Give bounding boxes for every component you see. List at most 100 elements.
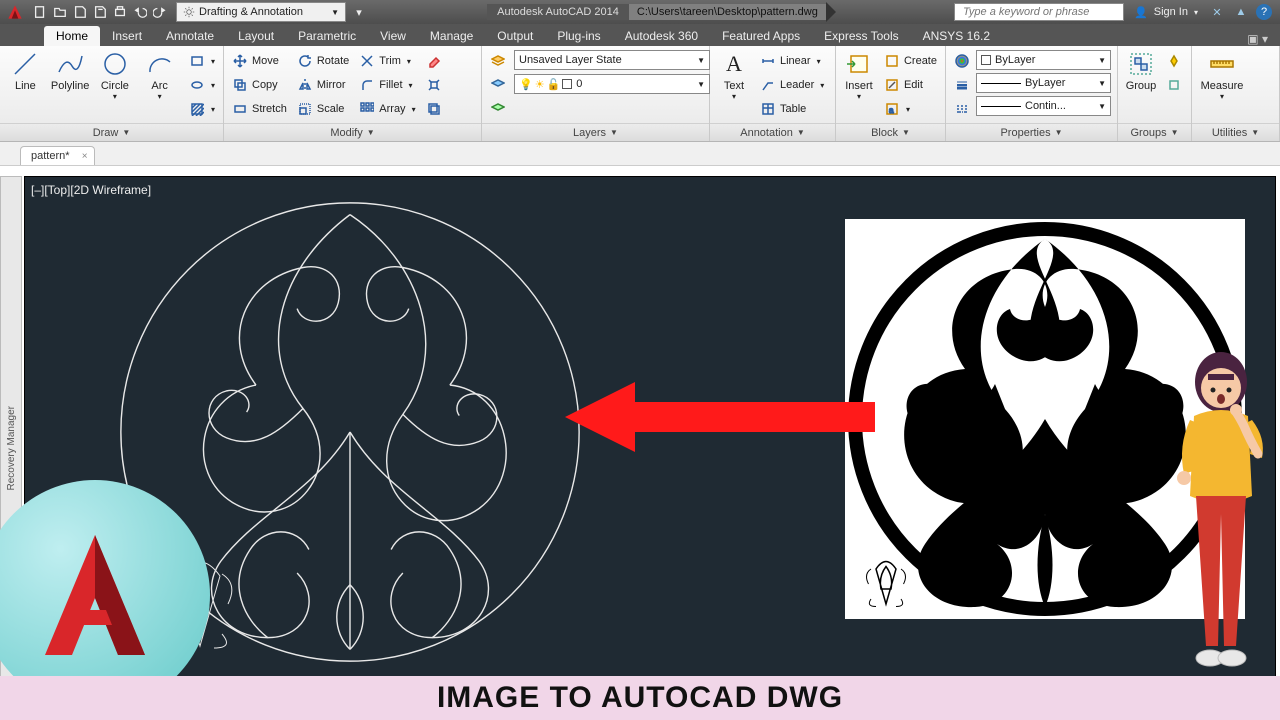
tab-insert[interactable]: Insert <box>100 26 154 46</box>
qat-dropdown[interactable]: ▾ <box>350 3 368 21</box>
tab-plugins[interactable]: Plug-ins <box>545 26 612 46</box>
linear-dim-button[interactable]: Linear▾ <box>758 50 826 72</box>
layer-iso-button[interactable] <box>488 74 508 96</box>
signin-button[interactable]: 👤 Sign In ▾ <box>1134 6 1198 19</box>
tab-parametric[interactable]: Parametric <box>286 26 368 46</box>
explode-button[interactable] <box>424 74 444 96</box>
tab-output[interactable]: Output <box>485 26 545 46</box>
tab-express-tools[interactable]: Express Tools <box>812 26 910 46</box>
close-icon[interactable]: × <box>82 151 88 162</box>
move-button[interactable]: Move <box>230 50 289 72</box>
save-icon[interactable] <box>71 3 89 21</box>
panel-title-block: Block <box>871 127 898 139</box>
panel-title-draw: Draw <box>93 127 119 139</box>
tab-home[interactable]: Home <box>44 26 100 46</box>
stretch-button[interactable]: Stretch <box>230 98 289 120</box>
leader-button[interactable]: Leader▾ <box>758 74 826 96</box>
table-button[interactable]: Table <box>758 98 826 120</box>
panel-draw: Line Polyline Circle▾ Arc▾ ▾ ▾ ▾ Draw▼ <box>0 46 224 141</box>
edit-attr-button[interactable]: a▾ <box>882 98 939 120</box>
tab-view[interactable]: View <box>368 26 418 46</box>
ungroup-button[interactable] <box>1164 50 1184 72</box>
text-button[interactable]: AText▾ <box>716 50 752 101</box>
offset-button[interactable] <box>424 98 444 120</box>
help-icon[interactable]: ? <box>1256 4 1272 20</box>
open-icon[interactable] <box>51 3 69 21</box>
tab-layout[interactable]: Layout <box>226 26 286 46</box>
rect-button[interactable]: ▾ <box>187 50 217 72</box>
panel-title-annotation: Annotation <box>740 127 793 139</box>
signin-label: Sign In <box>1154 6 1188 18</box>
linetype-dropdown[interactable]: ByLayer▼ <box>976 73 1111 93</box>
color-dropdown[interactable]: ByLayer▼ <box>976 50 1111 70</box>
create-block-button[interactable]: Create <box>882 50 939 72</box>
mirror-button[interactable]: Mirror <box>295 74 351 96</box>
ribbon-expand-icon[interactable]: ▣ ▾ <box>1235 32 1280 46</box>
layer-current-dropdown[interactable]: 💡 ☀ 🔓 0▼ <box>514 74 710 94</box>
new-icon[interactable] <box>31 3 49 21</box>
trim-button[interactable]: Trim▾ <box>357 50 417 72</box>
title-bar: Drafting & Annotation ▼ ▾ Autodesk AutoC… <box>0 0 1280 24</box>
app-store-icon[interactable]: ▲ <box>1232 3 1250 21</box>
workspace-dropdown[interactable]: Drafting & Annotation ▼ <box>176 2 346 22</box>
tab-annotate[interactable]: Annotate <box>154 26 226 46</box>
lineweight-dropdown[interactable]: Contin...▼ <box>976 96 1111 116</box>
fillet-icon <box>359 77 375 93</box>
undo-icon[interactable] <box>131 3 149 21</box>
line-button[interactable]: Line <box>6 50 45 92</box>
hatch-icon <box>189 101 205 117</box>
arrow-icon <box>565 357 875 477</box>
exchange-icon[interactable]: ✕ <box>1208 3 1226 21</box>
group-edit-button[interactable] <box>1164 74 1184 96</box>
bulb-icon: 💡 <box>519 78 533 91</box>
ribbon: Line Polyline Circle▾ Arc▾ ▾ ▾ ▾ Draw▼ M… <box>0 46 1280 142</box>
panel-title-groups: Groups <box>1131 127 1167 139</box>
window-title: Autodesk AutoCAD 2014 C:\Users\tareen\De… <box>369 2 954 22</box>
create-icon <box>884 53 900 69</box>
insert-button[interactable]: Insert▾ <box>842 50 876 101</box>
lwt-btn[interactable] <box>952 74 972 96</box>
circle-button[interactable]: Circle▾ <box>96 50 135 101</box>
viewport-label[interactable]: [–][Top][2D Wireframe] <box>31 183 151 197</box>
layer-match-button[interactable] <box>488 98 508 120</box>
tab-featured-apps[interactable]: Featured Apps <box>710 26 812 46</box>
sun-icon: ☀ <box>535 78 545 91</box>
trim-icon <box>359 53 375 69</box>
plot-icon[interactable] <box>111 3 129 21</box>
layer-state-dropdown[interactable]: Unsaved Layer State▼ <box>514 50 710 70</box>
drawing-canvas[interactable]: [–][Top][2D Wireframe] <box>24 176 1276 720</box>
copy-button[interactable]: Copy <box>230 74 289 96</box>
ltype-btn[interactable] <box>952 98 972 120</box>
hatch-button[interactable]: ▾ <box>187 98 217 120</box>
polyline-button[interactable]: Polyline <box>51 50 90 92</box>
tab-ansys[interactable]: ANSYS 16.2 <box>911 26 1002 46</box>
workspace-area: Recovery Manager [–][Top][2D Wireframe] <box>0 166 1280 720</box>
arc-icon <box>146 50 174 78</box>
ellipse-button[interactable]: ▾ <box>187 74 217 96</box>
arc-button[interactable]: Arc▾ <box>140 50 179 101</box>
saveas-icon[interactable] <box>91 3 109 21</box>
panel-title-modify: Modify <box>330 127 362 139</box>
autocad-logo-icon[interactable] <box>0 0 30 24</box>
color-btn[interactable] <box>952 50 972 72</box>
edit-icon <box>884 77 900 93</box>
tab-manage[interactable]: Manage <box>418 26 485 46</box>
layer-prop-icon <box>490 53 506 69</box>
search-input[interactable] <box>954 3 1124 21</box>
panel-groups: Group Groups▼ <box>1118 46 1192 141</box>
redo-icon[interactable] <box>151 3 169 21</box>
rotate-button[interactable]: Rotate <box>295 50 351 72</box>
fillet-button[interactable]: Fillet▾ <box>357 74 417 96</box>
linetype-icon <box>954 101 970 117</box>
array-button[interactable]: Array▾ <box>357 98 417 120</box>
measure-button[interactable]: Measure▾ <box>1198 50 1246 101</box>
scale-button[interactable]: Scale <box>295 98 351 120</box>
tab-autodesk360[interactable]: Autodesk 360 <box>613 26 710 46</box>
edit-block-button[interactable]: Edit <box>882 74 939 96</box>
doc-tab-pattern[interactable]: pattern*× <box>20 146 95 165</box>
erase-button[interactable] <box>424 50 444 72</box>
panel-title-properties: Properties <box>1000 127 1050 139</box>
layer-prop-button[interactable] <box>488 50 508 72</box>
polyline-icon <box>56 50 84 78</box>
group-button[interactable]: Group <box>1124 50 1158 92</box>
